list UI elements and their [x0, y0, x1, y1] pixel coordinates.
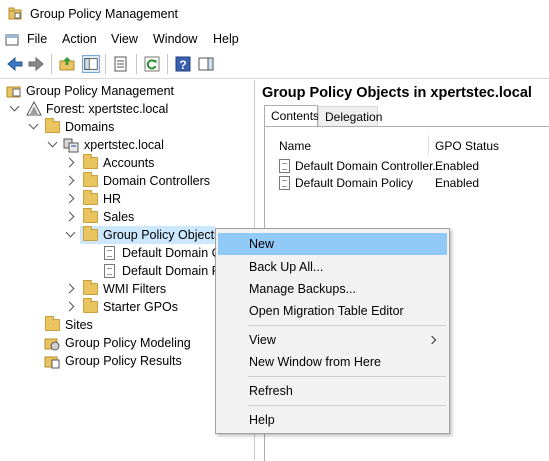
menu-separator [248, 405, 446, 406]
toolbar-separator [105, 54, 106, 74]
chevron-right-icon[interactable] [64, 193, 75, 204]
folder-icon [45, 118, 60, 133]
tree-label: Group Policy Objects [103, 228, 221, 242]
menu-item-view[interactable]: View [218, 329, 447, 351]
tree-item-domain[interactable]: xpertstec.local [0, 136, 254, 154]
column-header-gpo-status[interactable]: GPO Status [435, 139, 499, 153]
svg-text:?: ? [179, 58, 186, 72]
menu-item-help[interactable]: Help [218, 409, 447, 431]
tab-delegation[interactable]: Delegation [318, 106, 382, 126]
menu-item-new-window-from-here[interactable]: New Window from Here [218, 351, 447, 373]
toolbar-separator [136, 54, 137, 74]
tree-label: xpertstec.local [84, 138, 164, 152]
chevron-right-icon[interactable] [64, 175, 75, 186]
menu-separator [248, 376, 446, 377]
tree-item-forest[interactable]: Forest: xpertstec.local [0, 100, 254, 118]
tree-label: WMI Filters [103, 282, 167, 296]
help-icon[interactable]: ? [174, 55, 192, 73]
gpo-icon [279, 176, 290, 190]
submenu-arrow-icon [427, 335, 437, 345]
folder-icon [83, 154, 98, 169]
menu-item-new[interactable]: New [218, 233, 447, 255]
tree-label: Starter GPOs [103, 300, 179, 314]
show-hide-tree-icon[interactable] [82, 55, 100, 73]
tree-item-accounts[interactable]: Accounts [0, 154, 254, 172]
action-pane-icon[interactable] [197, 55, 215, 73]
toolbar-separator [167, 54, 168, 74]
chevron-down-icon[interactable] [28, 119, 39, 130]
forward-icon[interactable] [27, 55, 45, 73]
forest-icon [26, 101, 42, 116]
gpm-app-icon [8, 7, 22, 20]
chevron-down-icon[interactable] [9, 101, 20, 112]
tree-label: Sales [103, 210, 135, 224]
modeling-icon [44, 338, 60, 351]
gpo-status: Enabled [435, 159, 480, 173]
tree-label: Group Policy Modeling [65, 336, 191, 350]
folder-icon [83, 298, 98, 313]
gpo-icon [104, 264, 115, 278]
context-menu: New Back Up All... Manage Backups... Ope… [215, 228, 450, 434]
tab-contents[interactable]: Contents [264, 105, 319, 127]
window-title: Group Policy Management [30, 7, 178, 21]
system-menu-icon[interactable] [5, 33, 19, 47]
folder-icon [83, 280, 98, 295]
up-folder-icon[interactable] [58, 55, 76, 73]
menu-item-open-migration-table-editor[interactable]: Open Migration Table Editor [218, 300, 447, 322]
column-separator[interactable] [428, 135, 429, 155]
menu-window[interactable]: Window [153, 32, 197, 46]
refresh-icon[interactable] [143, 55, 161, 73]
back-icon[interactable] [6, 55, 24, 73]
menu-file[interactable]: File [27, 32, 47, 46]
tree-item-hr[interactable]: HR [0, 190, 254, 208]
tree-label: Domains [65, 120, 115, 134]
sites-icon [45, 316, 60, 331]
folder-icon [83, 208, 98, 223]
tree-item-root[interactable]: Group Policy Management [0, 82, 254, 100]
tree-label: Sites [65, 318, 93, 332]
tree-item-domains[interactable]: Domains [0, 118, 254, 136]
chevron-right-icon[interactable] [64, 211, 75, 222]
menu-item-view-label: View [249, 333, 276, 347]
tree-item-sales[interactable]: Sales [0, 208, 254, 226]
tree-label: Forest: xpertstec.local [46, 102, 169, 116]
toolbar-separator [51, 54, 52, 74]
menu-item-manage-backups[interactable]: Manage Backups... [218, 278, 447, 300]
folder-icon [83, 226, 98, 241]
folder-icon [83, 172, 98, 187]
menu-item-back-up-all[interactable]: Back Up All... [218, 256, 447, 278]
tree-label: Domain Controllers [103, 174, 210, 188]
gpm-root-icon [6, 86, 21, 98]
gpo-icon [104, 246, 115, 260]
results-icon [44, 356, 60, 369]
tree-label: Accounts [103, 156, 155, 170]
column-header-name[interactable]: Name [279, 139, 311, 153]
menu-view[interactable]: View [111, 32, 138, 46]
tree-label: Default Domain P [122, 264, 220, 278]
chevron-right-icon[interactable] [64, 283, 75, 294]
folder-icon [83, 190, 98, 205]
tree-label: Group Policy Management [26, 84, 174, 98]
gpo-status: Enabled [435, 176, 480, 190]
menu-separator [248, 325, 446, 326]
gpo-name: Default Domain Policy [295, 176, 414, 190]
tree-label: Default Domain C [122, 246, 221, 260]
list-item[interactable]: Default Domain Controller... Enabled [277, 158, 547, 175]
chevron-down-icon[interactable] [65, 227, 76, 238]
gpo-name: Default Domain Controller... [295, 159, 443, 173]
tree-label: HR [103, 192, 122, 206]
chevron-right-icon[interactable] [64, 157, 75, 168]
menu-item-refresh[interactable]: Refresh [218, 380, 447, 402]
list-item[interactable]: Default Domain Policy Enabled [277, 175, 547, 192]
tree-label: Group Policy Results [65, 354, 182, 368]
tree-item-domain-controllers[interactable]: Domain Controllers [0, 172, 254, 190]
domain-icon [63, 138, 79, 153]
menu-action[interactable]: Action [62, 32, 97, 46]
menu-help[interactable]: Help [213, 32, 239, 46]
chevron-down-icon[interactable] [47, 137, 58, 148]
details-title: Group Policy Objects in xpertstec.local [262, 85, 532, 101]
gpo-icon [279, 159, 290, 173]
properties-icon[interactable] [112, 55, 130, 73]
chevron-right-icon[interactable] [64, 301, 75, 312]
